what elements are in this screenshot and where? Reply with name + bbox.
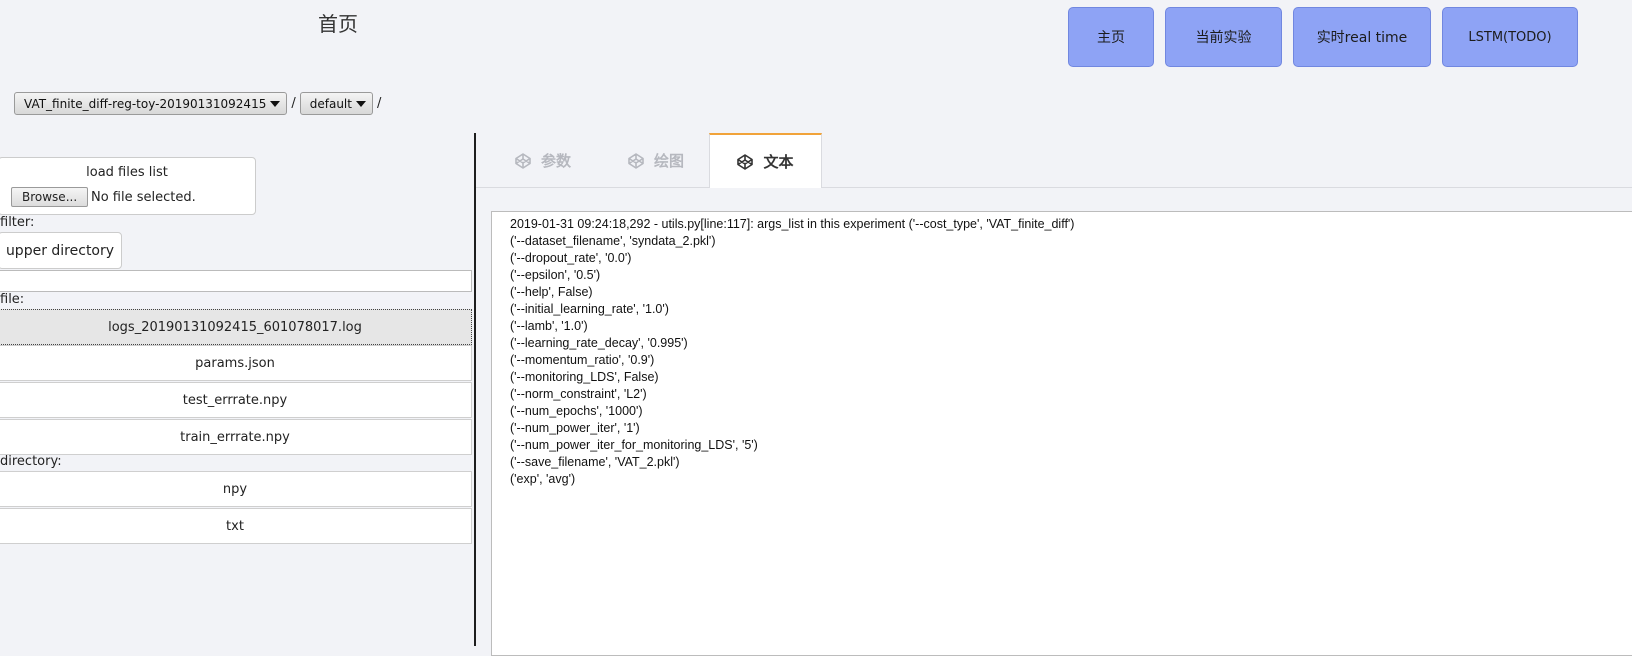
no-file-text: No file selected. bbox=[91, 190, 196, 205]
breadcrumb-separator: / bbox=[376, 96, 382, 111]
text-line: ('--dropout_rate', '0.0') bbox=[510, 251, 632, 265]
text-line: ('--lamb', '1.0') bbox=[510, 319, 588, 333]
directory-label: directory: bbox=[0, 454, 62, 469]
text-line: ('--num_epochs', '1000') bbox=[510, 404, 643, 418]
text-line: ('--help', False) bbox=[510, 285, 593, 299]
text-line: ('--num_power_iter', '1') bbox=[510, 421, 640, 435]
filter-input[interactable] bbox=[0, 270, 472, 292]
upper-directory-button[interactable]: upper directory bbox=[0, 232, 122, 269]
tab-params[interactable]: 参数 bbox=[500, 133, 586, 188]
codepen-icon bbox=[628, 152, 644, 169]
nav-current-experiment-button[interactable]: 当前实验 bbox=[1165, 7, 1282, 67]
text-line: ('exp', 'avg') bbox=[510, 472, 576, 486]
text-line: ('--momentum_ratio', '0.9') bbox=[510, 353, 655, 367]
text-line: ('--num_power_iter_for_monitoring_LDS', … bbox=[510, 438, 758, 452]
file-item[interactable]: params.json bbox=[0, 345, 472, 381]
file-item[interactable]: test_errrate.npy bbox=[0, 382, 472, 418]
text-line: ('--norm_constraint', 'L2') bbox=[510, 387, 647, 401]
tab-params-label: 参数 bbox=[540, 152, 571, 170]
tab-text[interactable]: 文本 bbox=[709, 133, 822, 188]
text-line: ('--dataset_filename', 'syndata_2.pkl') bbox=[510, 234, 716, 248]
directory-item[interactable]: txt bbox=[0, 508, 472, 544]
codepen-icon bbox=[515, 152, 531, 169]
tab-plots-label: 绘图 bbox=[653, 152, 684, 170]
text-line: ('--epsilon', '0.5') bbox=[510, 268, 601, 282]
run-select-value: default bbox=[309, 96, 352, 111]
experiment-select-value: VAT_finite_diff-reg-toy-20190131092415 bbox=[24, 96, 267, 111]
run-select[interactable]: default bbox=[299, 92, 373, 115]
text-line: ('--learning_rate_decay', '0.995') bbox=[510, 336, 688, 350]
codepen-icon bbox=[737, 153, 754, 170]
breadcrumb-separator: / bbox=[291, 96, 296, 111]
tab-text-label: 文本 bbox=[763, 153, 794, 171]
file-item[interactable]: logs_20190131092415_601078017.log bbox=[0, 309, 472, 345]
nav-lstm-button[interactable]: LSTM(TODO) bbox=[1442, 7, 1578, 67]
text-line: ('--save_filename', 'VAT_2.pkl') bbox=[510, 455, 680, 469]
text-line: 2019-01-31 09:24:18,292 - utils.py[line:… bbox=[510, 217, 1075, 231]
tab-bar: 参数 绘图 文本 bbox=[476, 133, 1632, 188]
load-files-title: load files list bbox=[86, 165, 168, 180]
nav-realtime-button[interactable]: 实时real time bbox=[1293, 7, 1431, 67]
breadcrumb: VAT_finite_diff-reg-toy-20190131092415 /… bbox=[14, 92, 385, 115]
file-label: file: bbox=[0, 292, 25, 307]
file-item[interactable]: train_errrate.npy bbox=[0, 419, 472, 455]
pane-divider[interactable] bbox=[474, 133, 476, 646]
text-line: ('--initial_learning_rate', '1.0') bbox=[510, 302, 669, 316]
chevron-down-icon bbox=[355, 100, 366, 107]
experiment-select[interactable]: VAT_finite_diff-reg-toy-20190131092415 bbox=[14, 92, 288, 115]
nav-home-button[interactable]: 主页 bbox=[1068, 7, 1154, 67]
page-title: 首页 bbox=[318, 12, 358, 36]
text-line: ('--monitoring_LDS', False) bbox=[510, 370, 659, 384]
chevron-down-icon bbox=[270, 100, 281, 107]
load-files-box: load files list Browse... No file select… bbox=[0, 157, 256, 215]
filter-label: filter: bbox=[0, 215, 35, 230]
tab-plots[interactable]: 绘图 bbox=[613, 133, 699, 188]
text-output-panel[interactable]: 2019-01-31 09:24:18,292 - utils.py[line:… bbox=[491, 211, 1632, 656]
browse-button[interactable]: Browse... bbox=[11, 187, 89, 207]
directory-item[interactable]: npy bbox=[0, 471, 472, 507]
